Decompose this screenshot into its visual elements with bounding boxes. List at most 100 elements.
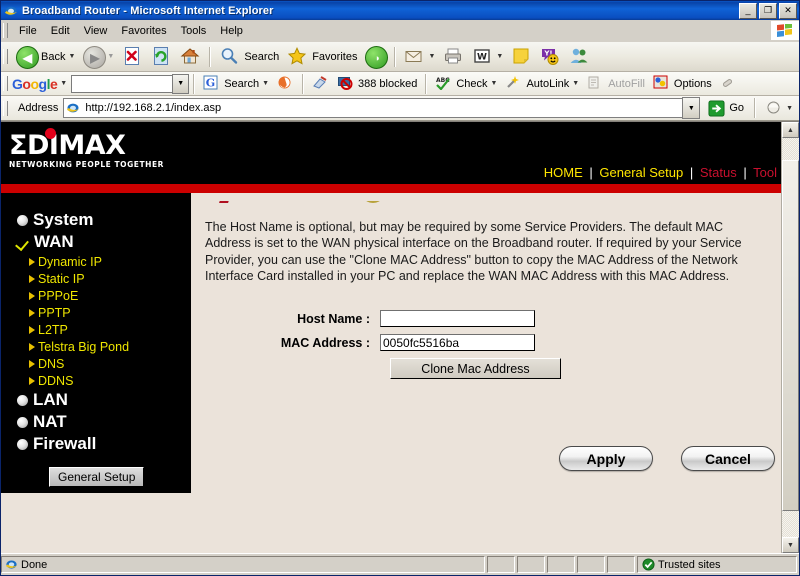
menu-view[interactable]: View <box>77 23 115 39</box>
edit-word-button[interactable]: W ▼ <box>468 43 507 71</box>
google-search-dropdown-icon[interactable]: ▼ <box>262 80 269 87</box>
page-icon <box>66 101 81 116</box>
spellcheck-button[interactable]: ABC Check ▼ <box>431 75 501 92</box>
home-icon <box>180 46 201 67</box>
go-button[interactable]: Go <box>700 99 750 117</box>
google-separator-2 <box>302 73 304 94</box>
menu-bar: File Edit View Favorites Tools Help <box>1 20 799 42</box>
menu-favorites[interactable]: Favorites <box>114 23 173 39</box>
stop-button[interactable] <box>118 43 147 71</box>
sidebar-item-l2tp[interactable]: L2TP <box>1 321 191 338</box>
host-name-input[interactable] <box>380 310 535 327</box>
sidebar-label-pptp: PPTP <box>38 305 71 320</box>
sidebar-item-firewall[interactable]: Firewall <box>1 433 191 455</box>
content-panel: The Host Name is optional, but may be re… <box>191 193 781 493</box>
nav-tool[interactable]: Tool <box>753 165 777 180</box>
nav-general-setup[interactable]: General Setup <box>599 165 683 180</box>
google-toolbar-grip[interactable] <box>3 76 8 91</box>
page-body: System WAN Dynamic IP Static IP PPPoE PP… <box>1 193 781 493</box>
menu-edit[interactable]: Edit <box>44 23 77 39</box>
links-dropdown-icon[interactable]: ▼ <box>786 105 793 112</box>
sidebar-item-pppoe[interactable]: PPPoE <box>1 287 191 304</box>
sidebar-item-nat[interactable]: NAT <box>1 411 191 433</box>
toolbar-grip[interactable] <box>3 49 8 64</box>
autofill-button[interactable]: AutoFill <box>583 75 649 92</box>
eraser-button[interactable] <box>716 75 741 92</box>
people-button[interactable] <box>565 43 594 71</box>
highlight-button[interactable] <box>308 75 333 92</box>
sidebar-item-static-ip[interactable]: Static IP <box>1 270 191 287</box>
scrollbar-track[interactable] <box>782 138 799 537</box>
print-button[interactable] <box>439 43 468 71</box>
favorites-button[interactable]: Favorites <box>283 43 361 71</box>
edit-dropdown-icon[interactable]: ▼ <box>496 53 503 60</box>
sidebar-navigation: System WAN Dynamic IP Static IP PPPoE PP… <box>1 193 191 493</box>
scrollbar-thumb[interactable] <box>782 160 799 511</box>
google-menu-icon[interactable]: ▼ <box>60 80 67 87</box>
minimize-button[interactable]: _ <box>739 2 757 19</box>
mac-address-input[interactable]: 0050fc5516ba <box>380 334 535 351</box>
address-input[interactable]: http://192.168.2.1/index.asp <box>63 98 683 118</box>
mac-address-label: MAC Address : <box>280 335 370 350</box>
sidebar-item-dynamic-ip[interactable]: Dynamic IP <box>1 253 191 270</box>
menu-grip[interactable] <box>3 23 8 38</box>
ie-page-icon <box>5 558 18 571</box>
autolink-button[interactable]: AutoLink ▼ <box>501 75 583 92</box>
media-button[interactable]: ◑ <box>361 43 390 71</box>
search-button[interactable]: Search <box>215 43 283 71</box>
nav-status[interactable]: Status <box>700 165 737 180</box>
sidebar-item-dns[interactable]: DNS <box>1 355 191 372</box>
stop-icon <box>122 46 143 67</box>
sidebar-item-system[interactable]: System <box>1 209 191 231</box>
menu-tools[interactable]: Tools <box>174 23 214 39</box>
arrow-icon <box>29 359 35 368</box>
window-controls: _ ❐ ✕ <box>739 2 797 19</box>
forward-button[interactable]: ▶ ▼ <box>79 43 118 71</box>
google-logo: Google <box>12 75 58 92</box>
address-grip[interactable] <box>3 100 8 116</box>
notes-button[interactable] <box>507 43 536 71</box>
sidebar-item-lan[interactable]: LAN <box>1 389 191 411</box>
sidebar-item-telstra-big-pond[interactable]: Telstra Big Pond <box>1 338 191 355</box>
nav-home[interactable]: HOME <box>544 165 583 180</box>
google-spiral-button[interactable] <box>273 75 298 92</box>
google-spiral-icon <box>277 75 294 92</box>
google-search-button[interactable]: G Search ▼ <box>199 75 273 92</box>
security-zone-panel[interactable]: Trusted sites <box>637 556 797 573</box>
apply-button[interactable]: Apply <box>559 446 653 471</box>
scroll-down-button[interactable]: ▼ <box>782 537 799 553</box>
mail-dropdown-icon[interactable]: ▼ <box>428 53 435 60</box>
messenger-button[interactable]: Y! <box>536 43 565 71</box>
back-button[interactable]: ◀ Back ▼ <box>12 43 79 71</box>
logo-dot-icon <box>45 128 56 139</box>
spellcheck-dropdown-icon[interactable]: ▼ <box>491 80 498 87</box>
refresh-button[interactable] <box>147 43 176 71</box>
sidebar-label-ddns: DDNS <box>38 373 74 388</box>
options-button[interactable]: Options <box>649 75 716 92</box>
google-search-input[interactable] <box>71 74 173 93</box>
sidebar-label-firewall: Firewall <box>33 434 97 453</box>
sidebar-item-wan[interactable]: WAN <box>1 231 191 253</box>
address-dropdown-icon[interactable]: ▼ <box>682 97 701 119</box>
restore-button[interactable]: ❐ <box>759 2 777 19</box>
cancel-button[interactable]: Cancel <box>681 446 775 471</box>
sidebar-item-pptp[interactable]: PPTP <box>1 304 191 321</box>
menu-file[interactable]: File <box>12 23 44 39</box>
links-button[interactable]: ▼ <box>760 100 799 117</box>
status-panel-3 <box>547 556 575 573</box>
status-panel-2 <box>517 556 545 573</box>
back-dropdown-icon[interactable]: ▼ <box>68 53 75 60</box>
menu-help[interactable]: Help <box>213 23 250 39</box>
clone-mac-address-button[interactable]: Clone Mac Address <box>390 358 561 379</box>
autolink-dropdown-icon[interactable]: ▼ <box>572 80 579 87</box>
google-history-dropdown-icon[interactable]: ▼ <box>172 73 190 94</box>
popup-blocker-button[interactable]: 388 blocked <box>333 75 421 92</box>
vertical-scrollbar[interactable]: ▲ ▼ <box>781 122 799 553</box>
home-button[interactable] <box>176 43 205 71</box>
host-name-row: Host Name : <box>205 310 767 327</box>
sidebar-item-ddns[interactable]: DDNS <box>1 372 191 389</box>
general-setup-button[interactable]: General Setup <box>49 467 145 487</box>
mail-button[interactable]: ▼ <box>400 43 439 71</box>
scroll-up-button[interactable]: ▲ <box>782 122 799 138</box>
close-button[interactable]: ✕ <box>779 2 797 19</box>
